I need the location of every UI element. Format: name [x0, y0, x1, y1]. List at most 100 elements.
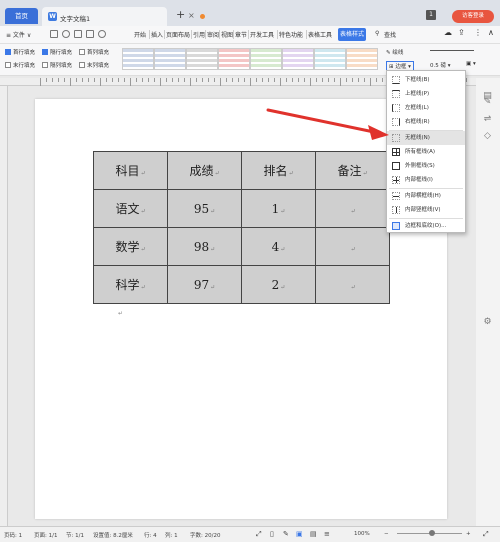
web-view-icon[interactable]: ▤ — [310, 530, 317, 538]
menu-reference[interactable]: 引用 — [191, 30, 205, 39]
close-tab-icon[interactable]: × — [188, 11, 195, 20]
edit-icon[interactable]: ✎ — [482, 98, 493, 107]
table-cell[interactable]: 排名↵ — [241, 151, 316, 190]
read-mode-icon[interactable]: ▯ — [270, 530, 274, 538]
table-style-swatch[interactable] — [186, 48, 218, 70]
table-cell[interactable]: 数学↵ — [93, 227, 168, 266]
adjust-icon[interactable]: ⇌ — [482, 115, 493, 124]
table-cell[interactable]: 1↵ — [241, 189, 316, 228]
redo-icon[interactable] — [98, 30, 106, 38]
collapse-icon[interactable]: ∧ — [488, 28, 494, 37]
table-style-swatch[interactable] — [122, 48, 154, 70]
table-cell[interactable]: 成绩↵ — [167, 151, 242, 190]
zoom-in-icon[interactable]: + — [466, 531, 471, 537]
search-button[interactable]: 查找 — [384, 30, 396, 39]
table-cell[interactable]: ↵ — [315, 265, 390, 304]
vertical-ruler[interactable] — [0, 86, 8, 526]
zoom-out-icon[interactable]: − — [384, 531, 389, 537]
menu-table-style[interactable]: 表格样式 — [338, 28, 367, 41]
undo-icon[interactable] — [62, 30, 70, 38]
tab-home[interactable]: 首页 — [5, 8, 38, 24]
save-icon[interactable] — [50, 30, 58, 38]
table-style-swatch[interactable] — [314, 48, 346, 70]
table-cell[interactable]: 2↵ — [241, 265, 316, 304]
menu-layout[interactable]: 页面布局 — [164, 30, 190, 39]
table-cell[interactable]: 95↵ — [167, 189, 242, 228]
table-style-swatch[interactable] — [154, 48, 186, 70]
table-style-swatch[interactable] — [282, 48, 314, 70]
print-icon[interactable] — [74, 30, 82, 38]
settings-icon[interactable]: ⚙ — [482, 318, 493, 327]
table-cell[interactable]: 4↵ — [241, 227, 316, 266]
first-col-fill-checkbox[interactable]: 首列填充 — [79, 48, 109, 56]
tab-document-title: 文字文稿1 — [60, 15, 91, 23]
menu-top-border[interactable]: 上框线(P) — [387, 87, 465, 101]
table-cell[interactable]: 科目↵ — [93, 151, 168, 190]
share-icon[interactable]: ⇪ — [458, 28, 465, 37]
sidebar-tool-icon[interactable]: ◇ — [482, 132, 493, 141]
menu-features[interactable]: 特色功能 — [277, 30, 303, 39]
table-cell[interactable]: 97↵ — [167, 265, 242, 304]
menu-inside-horizontal[interactable]: 内部横框线(H) — [387, 189, 465, 203]
line-color-button[interactable]: ▣ ▾ — [466, 61, 476, 67]
menu-right-border[interactable]: 右框线(R) — [387, 115, 465, 129]
menu-insert[interactable]: 插入 — [149, 30, 163, 39]
table-cell[interactable]: 备注↵ — [315, 151, 390, 190]
last-col-fill-checkbox[interactable]: 末列填充 — [79, 61, 109, 69]
alt-row-fill-checkbox[interactable]: 隔行填充 — [42, 48, 72, 56]
ruler-tick — [382, 78, 383, 82]
menu-start[interactable]: 开始 — [134, 30, 146, 39]
edit-mode-icon[interactable]: ✎ — [283, 530, 289, 538]
menu-review[interactable]: 审阅 — [205, 30, 219, 39]
window-count-badge[interactable]: 1 — [426, 10, 436, 20]
alt-col-fill-checkbox[interactable]: 隔列填充 — [42, 61, 72, 69]
menu-all-borders[interactable]: 所有框线(A) — [387, 145, 465, 159]
page-view-icon[interactable]: ▣ — [296, 530, 303, 538]
menu-bottom-border[interactable]: 下框线(B) — [387, 73, 465, 87]
table-style-swatch[interactable] — [218, 48, 250, 70]
fit-page-icon[interactable]: ⤢ — [483, 530, 489, 539]
table-cell[interactable]: 科学↵ — [93, 265, 168, 304]
cloud-icon[interactable]: ☁ — [444, 28, 452, 37]
score-table[interactable]: 科目↵ 成绩↵ 排名↵ 备注↵ 语文↵ 95↵ 1↵ ↵ 数学↵ 98↵ 4↵ … — [93, 151, 390, 304]
visitor-login-button[interactable]: 访客登录 — [452, 10, 494, 23]
menu-borders-shading[interactable]: 边框和底纹(O)... — [387, 219, 465, 233]
table-cell[interactable]: 语文↵ — [93, 189, 168, 228]
table-cell[interactable]: 98↵ — [167, 227, 242, 266]
new-tab-button[interactable]: + — [176, 8, 185, 21]
file-menu[interactable]: ≡ 文件 ∨ — [6, 30, 31, 39]
menu-inside-vertical[interactable]: 内部竖框线(V) — [387, 203, 465, 217]
zoom-slider-handle[interactable] — [429, 530, 435, 536]
zoom-level[interactable]: 100% — [354, 531, 370, 537]
preview-icon[interactable] — [86, 30, 94, 38]
more-icon[interactable]: ⋮ — [474, 28, 482, 37]
table-style-swatch[interactable] — [250, 48, 282, 70]
table-style-swatch[interactable] — [346, 48, 378, 70]
menu-view[interactable]: 视图 — [219, 30, 233, 39]
ruler-tick — [268, 78, 269, 82]
ruler-tick — [70, 78, 71, 86]
outline-view-icon[interactable]: ≡ — [324, 530, 330, 538]
menu-table-tools[interactable]: 表格工具 — [306, 30, 332, 39]
ruler-tick — [196, 78, 197, 82]
table-cell[interactable]: ↵ — [315, 189, 390, 228]
status-words[interactable]: 字数: 20/20 — [190, 531, 220, 539]
tab-document[interactable]: W 文字文稿1 × — [42, 7, 205, 26]
menu-left-border[interactable]: 左框线(L) — [387, 101, 465, 115]
line-width-select[interactable]: 0.5 磅 ▾ — [430, 61, 451, 69]
menu-no-border[interactable]: 无框线(N) — [387, 131, 465, 145]
menu-chapter[interactable]: 章节 — [233, 30, 247, 39]
first-row-fill-checkbox[interactable]: 首行填充 — [5, 48, 35, 56]
table-cell[interactable]: ↵ — [315, 227, 390, 266]
line-style-preview[interactable] — [430, 50, 474, 51]
search-icon[interactable]: ⚲ — [375, 30, 379, 37]
draw-line-button[interactable]: ✎ 绘线 — [386, 48, 403, 56]
ruler-tick — [226, 78, 227, 82]
menu-dev-tools[interactable]: 开发工具 — [248, 30, 274, 39]
ruler-tick — [58, 78, 59, 82]
last-row-fill-checkbox[interactable]: 末行填充 — [5, 61, 35, 69]
fullscreen-icon[interactable]: ⤢ — [256, 530, 262, 539]
menu-inside-borders[interactable]: 内部框线(I) — [387, 173, 465, 187]
menu-outside-borders[interactable]: 外侧框线(S) — [387, 159, 465, 173]
outside-borders-icon — [392, 162, 400, 170]
